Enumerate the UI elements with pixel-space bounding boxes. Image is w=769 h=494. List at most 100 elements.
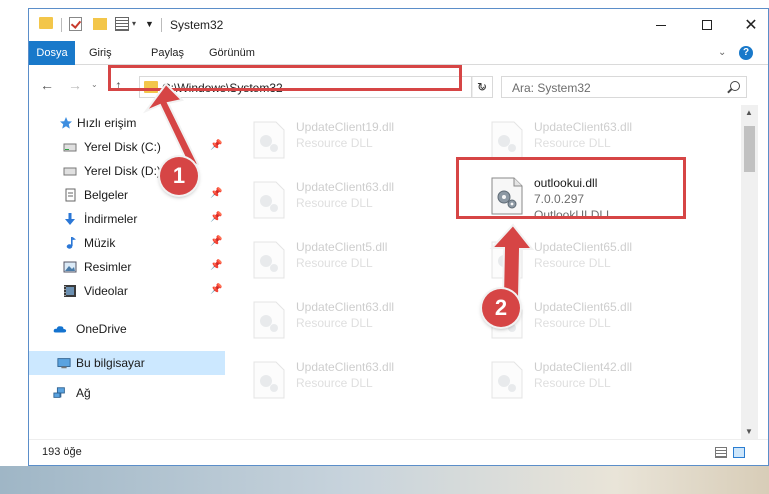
file-name: UpdateClient65.dll bbox=[534, 300, 633, 314]
properties-check-icon[interactable] bbox=[69, 17, 82, 31]
dll-file-icon bbox=[491, 361, 523, 399]
chevron-down-icon[interactable]: ▾ bbox=[132, 19, 136, 28]
file-item[interactable]: UpdateClient65.dll Resource DLL bbox=[490, 297, 700, 343]
dll-file-icon bbox=[491, 241, 523, 279]
help-icon[interactable]: ? bbox=[739, 46, 753, 60]
file-type: Resource DLL bbox=[296, 256, 373, 270]
quick-access-toolbar-dropdown-icon[interactable]: ▼ bbox=[145, 19, 154, 29]
scrollbar-thumb[interactable] bbox=[744, 126, 755, 172]
file-item[interactable]: UpdateClient19.dll Resource DLL bbox=[252, 117, 462, 163]
file-type: Resource DLL bbox=[534, 376, 611, 390]
item-count: 193 öğe bbox=[42, 446, 82, 458]
pin-icon[interactable]: 📌 bbox=[210, 188, 222, 199]
sidebar-item-label: Belgeler bbox=[84, 188, 129, 202]
tiles-view-icon[interactable] bbox=[733, 447, 745, 458]
minimize-button[interactable] bbox=[638, 9, 684, 41]
sidebar-item-label: Müzik bbox=[84, 236, 116, 250]
file-type: Resource DLL bbox=[534, 316, 611, 330]
maximize-icon bbox=[702, 20, 712, 30]
documents-icon bbox=[65, 188, 76, 202]
file-list: UpdateClient19.dll Resource DLL UpdateCl… bbox=[226, 105, 742, 439]
scroll-up-icon[interactable]: ▲ bbox=[745, 108, 753, 117]
pin-icon[interactable]: 📌 bbox=[210, 284, 222, 295]
file-name: UpdateClient63.dll bbox=[296, 180, 395, 194]
file-name: UpdateClient63.dll bbox=[296, 360, 395, 374]
drive-icon bbox=[63, 167, 77, 176]
star-icon bbox=[60, 117, 72, 129]
file-name: UpdateClient63.dll bbox=[296, 300, 395, 314]
sidebar-item-music[interactable]: Müzik 📌 bbox=[29, 231, 225, 255]
desktop-background bbox=[0, 466, 769, 494]
sidebar-item-label: Yerel Disk (C:) bbox=[84, 140, 161, 154]
address-bar-highlight bbox=[108, 65, 462, 91]
sidebar-item-videos[interactable]: Videolar 📌 bbox=[29, 279, 225, 303]
search-placeholder: Ara: System32 bbox=[512, 81, 591, 95]
forward-button[interactable]: → bbox=[68, 77, 82, 93]
window-title: System32 bbox=[170, 18, 224, 32]
videos-icon bbox=[64, 285, 76, 297]
sidebar-item-documents[interactable]: Belgeler 📌 bbox=[29, 183, 225, 207]
file-item[interactable]: UpdateClient65.dll Resource DLL bbox=[490, 237, 700, 283]
step-2-badge: 2 bbox=[482, 289, 520, 327]
sidebar-item-onedrive[interactable]: OneDrive bbox=[29, 317, 225, 341]
tab-share[interactable]: Paylaş bbox=[141, 41, 194, 65]
sidebar-item-quick-access[interactable]: Hızlı erişim bbox=[29, 111, 225, 135]
file-item[interactable]: UpdateClient63.dll Resource DLL bbox=[252, 177, 462, 223]
sidebar-item-label: Bu bilgisayar bbox=[76, 356, 145, 370]
sidebar-item-label: Resimler bbox=[84, 260, 132, 274]
file-item[interactable]: UpdateClient42.dll Resource DLL bbox=[490, 357, 700, 403]
dll-file-icon bbox=[491, 121, 523, 159]
file-type: Resource DLL bbox=[296, 376, 373, 390]
vertical-scrollbar[interactable]: ▲ ▼ bbox=[741, 105, 758, 439]
sidebar-item-network[interactable]: Ağ bbox=[29, 381, 225, 405]
file-type: Resource DLL bbox=[534, 136, 611, 150]
ribbon-tabs: Dosya Giriş Paylaş Görünüm ⌄ ? bbox=[29, 41, 768, 65]
back-button[interactable]: ← bbox=[40, 77, 54, 93]
ribbon-expand-icon[interactable]: ⌄ bbox=[718, 47, 726, 58]
tab-home[interactable]: Giriş bbox=[79, 41, 122, 65]
dll-file-icon bbox=[253, 121, 285, 159]
folder-icon bbox=[39, 17, 53, 29]
file-highlight bbox=[456, 157, 686, 219]
pin-icon[interactable]: 📌 bbox=[210, 212, 222, 223]
sidebar-item-downloads[interactable]: İndirmeler 📌 bbox=[29, 207, 225, 231]
drive-icon bbox=[63, 143, 77, 152]
navigation-pane: Hızlı erişim Yerel Disk (C:) 📌 Yerel Dis… bbox=[29, 105, 225, 439]
pin-icon[interactable]: 📌 bbox=[210, 140, 222, 151]
details-view-icon[interactable] bbox=[715, 447, 727, 458]
file-item[interactable]: UpdateClient63.dll Resource DLL bbox=[252, 297, 462, 343]
recent-locations-icon[interactable]: ⌄ bbox=[91, 80, 98, 89]
file-item[interactable]: UpdateClient5.dll Resource DLL bbox=[252, 237, 462, 283]
pin-icon[interactable]: 📌 bbox=[210, 260, 222, 271]
sidebar-item-label: İndirmeler bbox=[84, 212, 138, 226]
step-1-badge: 1 bbox=[160, 157, 198, 195]
sidebar-item-local-disk-c[interactable]: Yerel Disk (C:) 📌 bbox=[29, 135, 225, 159]
search-icon[interactable] bbox=[730, 81, 740, 91]
new-folder-icon[interactable] bbox=[93, 18, 107, 30]
dll-file-icon bbox=[253, 361, 285, 399]
close-button[interactable]: ✕ bbox=[728, 9, 769, 41]
divider bbox=[61, 18, 62, 32]
music-icon bbox=[66, 237, 76, 249]
file-type: Resource DLL bbox=[296, 136, 373, 150]
sidebar-item-label: Videolar bbox=[84, 284, 128, 298]
tab-file[interactable]: Dosya bbox=[29, 41, 75, 65]
tab-view[interactable]: Görünüm bbox=[199, 41, 265, 65]
pin-icon[interactable]: 📌 bbox=[210, 236, 222, 247]
pictures-icon bbox=[63, 261, 77, 273]
scroll-down-icon[interactable]: ▼ bbox=[745, 427, 753, 436]
search-input[interactable]: Ara: System32 bbox=[501, 76, 747, 98]
maximize-button[interactable] bbox=[684, 9, 730, 41]
file-type: Resource DLL bbox=[296, 196, 373, 210]
sidebar-item-pictures[interactable]: Resimler 📌 bbox=[29, 255, 225, 279]
sidebar-item-this-pc[interactable]: Bu bilgisayar bbox=[29, 351, 225, 375]
file-item[interactable]: UpdateClient63.dll Resource DLL bbox=[252, 357, 462, 403]
status-bar: 193 öğe bbox=[29, 439, 768, 465]
view-icon[interactable] bbox=[115, 17, 129, 31]
refresh-button[interactable]: ↻ bbox=[471, 76, 493, 98]
dll-file-icon bbox=[253, 181, 285, 219]
sidebar-item-label: Ağ bbox=[76, 386, 91, 400]
cloud-icon bbox=[53, 326, 67, 333]
file-name: UpdateClient5.dll bbox=[296, 240, 388, 254]
minimize-icon bbox=[656, 24, 666, 26]
